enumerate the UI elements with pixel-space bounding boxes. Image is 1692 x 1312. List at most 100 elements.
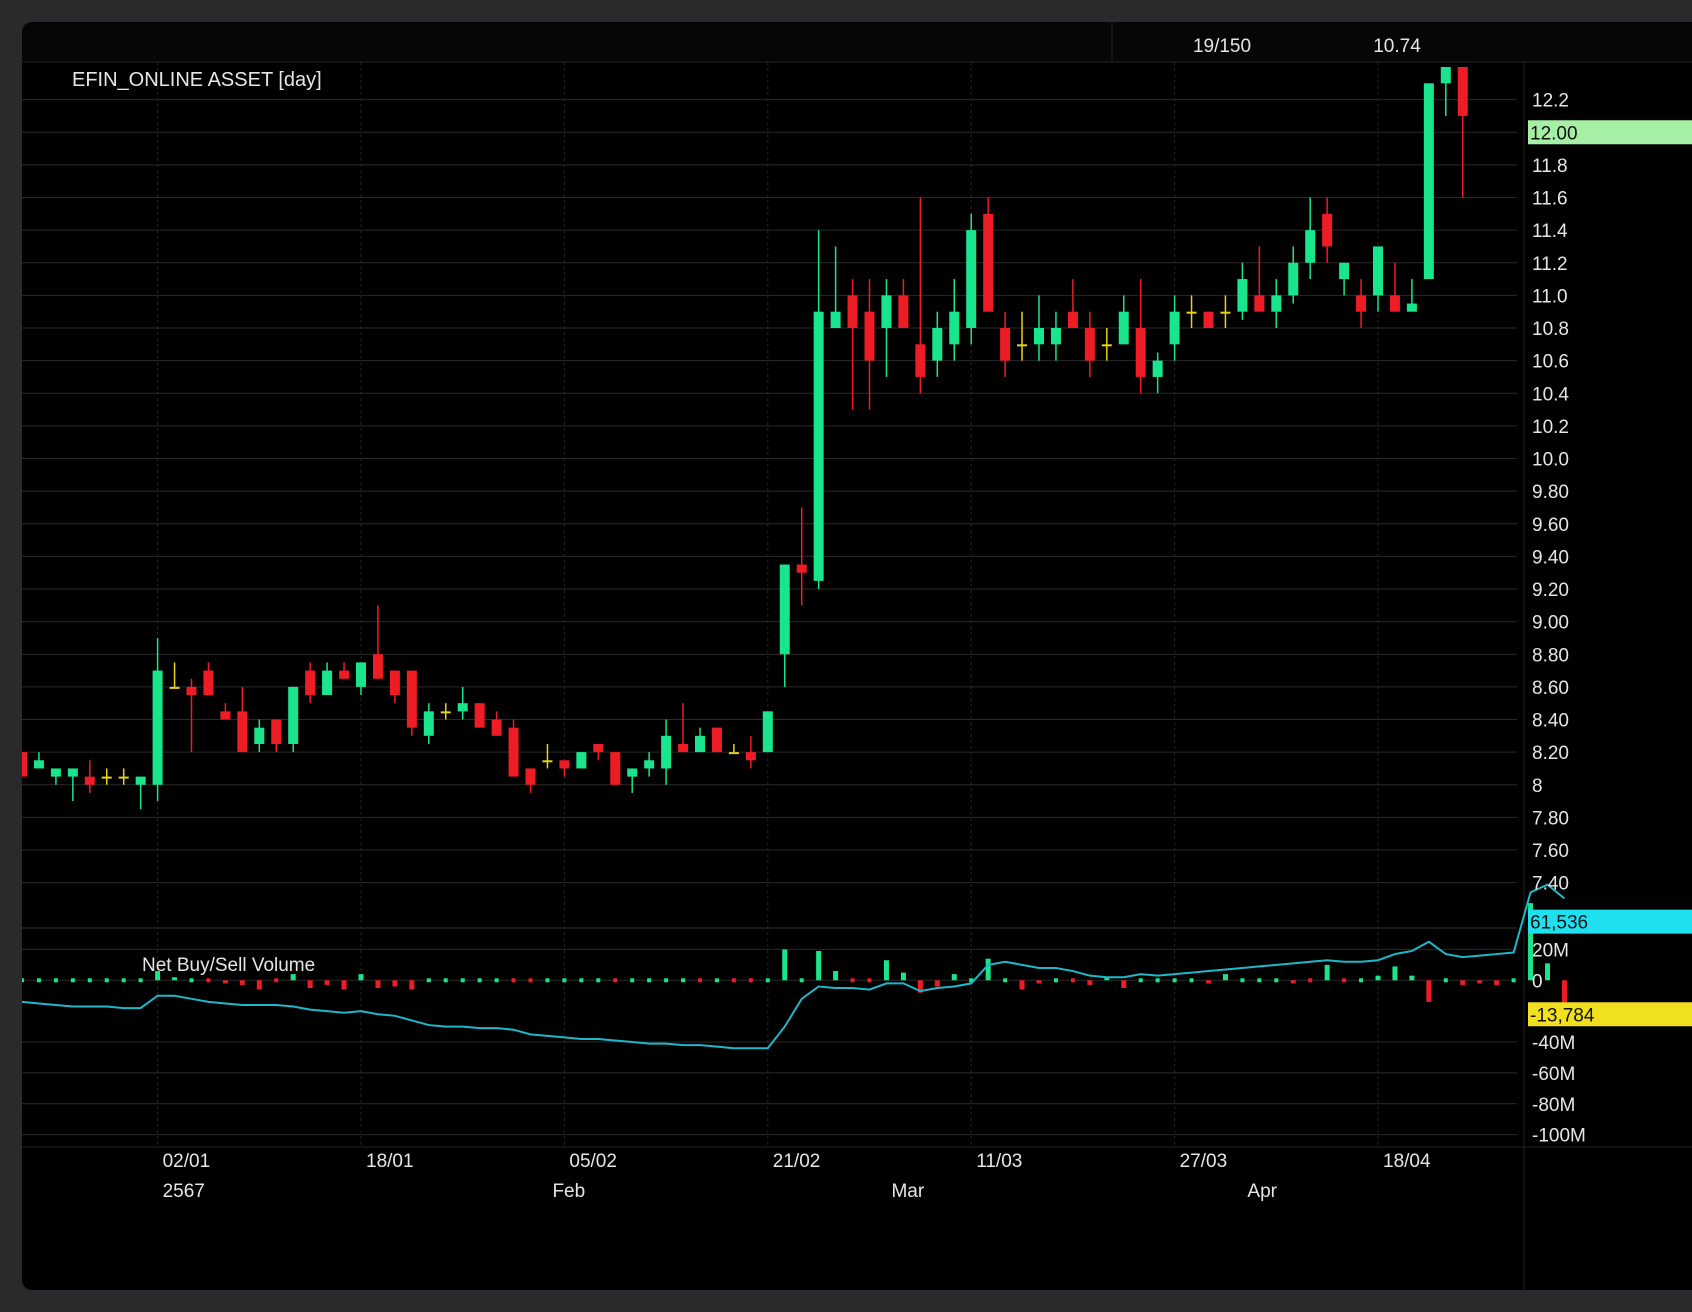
candle-body <box>33 760 44 769</box>
volume-bar <box>748 978 753 983</box>
candle-body <box>830 311 841 329</box>
volume-bar <box>833 971 839 981</box>
volume-bar <box>934 980 940 987</box>
volume-bar <box>1409 975 1415 981</box>
volume-bar <box>545 978 550 983</box>
candle-body <box>542 760 553 763</box>
candle-body <box>983 213 994 312</box>
volume-bar <box>816 950 822 981</box>
volume-bar <box>104 978 109 983</box>
volume-bar <box>375 980 381 989</box>
candle-body <box>1389 295 1400 312</box>
volume-bar <box>511 978 516 983</box>
candle-body <box>813 311 824 581</box>
candle-body <box>203 670 214 696</box>
date-tick-label: 11/03 <box>976 1151 1022 1172</box>
price-tick-label: 7.80 <box>1532 808 1569 829</box>
volume-bar <box>189 978 194 983</box>
candle-body <box>898 295 909 329</box>
candle-body <box>220 711 231 720</box>
volume-bar <box>1036 980 1042 984</box>
price-tick-label: 7.60 <box>1532 841 1569 862</box>
volume-bar <box>630 978 635 983</box>
candle-body <box>610 752 621 785</box>
volume-bar <box>494 978 499 983</box>
candle-body <box>1169 311 1180 345</box>
volume-bar <box>222 980 228 984</box>
candle-body <box>1457 67 1468 116</box>
candle-body <box>525 768 536 785</box>
volume-bar <box>900 972 906 981</box>
volume-bar <box>985 958 991 981</box>
header-counter: 19/150 <box>1193 36 1251 57</box>
candle-body <box>1356 295 1367 312</box>
candle-body <box>457 703 468 712</box>
volume-bar <box>324 980 330 985</box>
candle-body <box>745 752 756 761</box>
candle-body <box>695 735 705 753</box>
period-label: Mar <box>891 1181 924 1202</box>
volume-bar <box>951 974 957 981</box>
period-label: Apr <box>1247 1181 1277 1202</box>
date-tick-label: 21/02 <box>773 1151 821 1172</box>
volume-bar <box>1019 980 1025 990</box>
candle-body <box>254 727 265 744</box>
stock-chart[interactable]: 12.212.011.811.611.411.211.010.810.610.4… <box>22 22 1692 1290</box>
candle-body <box>1373 246 1383 296</box>
candle-body <box>847 295 858 329</box>
volume-bar <box>1359 978 1364 983</box>
candle-body <box>1101 344 1112 347</box>
volume-bar <box>1561 980 1567 1005</box>
candle-body <box>1000 328 1011 361</box>
candle-body <box>1339 262 1350 280</box>
volume-bar <box>1375 975 1381 981</box>
candle-body <box>135 776 146 785</box>
chart-window: 12.212.011.811.611.411.211.010.810.610.4… <box>22 22 1692 1290</box>
candle-body <box>678 743 689 753</box>
volume-bar <box>1511 978 1516 983</box>
volume-bar <box>867 978 872 983</box>
volume-bar <box>256 980 262 990</box>
volume-bar <box>121 978 126 983</box>
price-tick-label: 10.6 <box>1532 352 1569 373</box>
volume-bar <box>664 978 669 983</box>
chart-title: EFIN_ONLINE ASSET [day] <box>72 69 322 91</box>
price-tick-label: 8.60 <box>1532 678 1569 699</box>
volume-bar <box>731 978 736 983</box>
period-label: 2567 <box>163 1181 205 1202</box>
price-tick-label: 9.80 <box>1532 482 1569 503</box>
price-tick-label: 7.40 <box>1532 874 1569 895</box>
volume-bar <box>443 978 448 983</box>
volume-bar <box>358 974 364 981</box>
volume-bar <box>1290 980 1296 984</box>
price-tick-label: 10.8 <box>1532 319 1569 340</box>
volume-bar <box>53 978 58 983</box>
volume-bar <box>70 978 75 983</box>
price-tick-label: 9.40 <box>1532 547 1569 568</box>
candle-body <box>1440 67 1451 84</box>
candle-body <box>711 727 722 753</box>
candle-body <box>288 686 299 744</box>
candle-body <box>1237 279 1248 312</box>
volume-bar <box>1222 974 1228 981</box>
candle-body <box>915 344 926 377</box>
volume-bar <box>1545 963 1550 981</box>
volume-bar <box>426 978 431 983</box>
candle-body <box>627 768 638 777</box>
volume-bar <box>1443 978 1448 983</box>
candle-body <box>1067 311 1078 329</box>
candle-body <box>169 686 180 689</box>
volume-bar <box>1240 978 1245 983</box>
candle-body <box>474 703 485 728</box>
volume-bar <box>698 978 702 983</box>
candle-body <box>779 564 790 655</box>
candle-body <box>796 564 807 573</box>
volume-bar <box>1053 978 1058 983</box>
candle-body <box>1186 311 1197 314</box>
grid <box>22 22 1692 1290</box>
volume-bar <box>460 978 465 983</box>
candle-body <box>1118 311 1129 345</box>
price-tick-label: 11.8 <box>1532 156 1568 177</box>
candle-body <box>1220 311 1231 314</box>
price-tick-label: 9.60 <box>1532 515 1569 536</box>
